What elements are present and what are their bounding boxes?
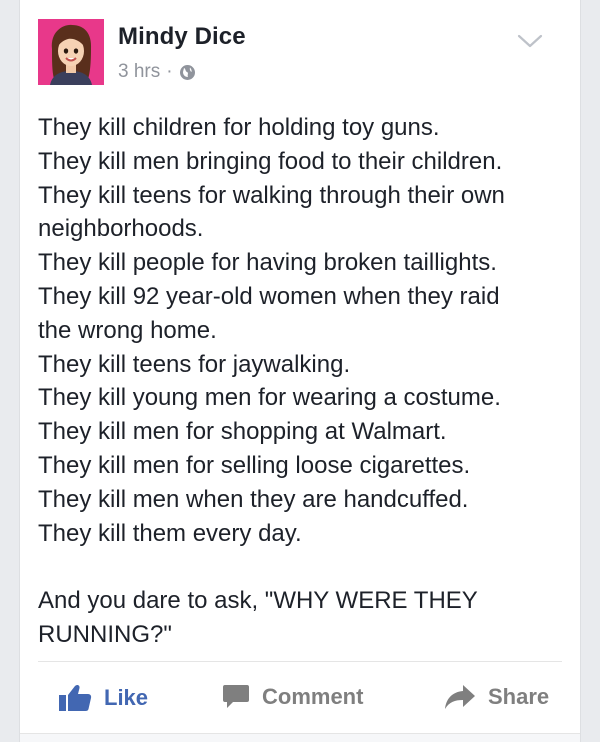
post-timestamp[interactable]: 3 hrs (118, 61, 160, 83)
comment-label: Comment (262, 684, 364, 709)
post-meta: 3 hrs · (118, 61, 196, 83)
post-closing-line: And you dare to ask, "WHY WERE THEY (38, 587, 478, 615)
action-bar: Like Comment Share (20, 662, 580, 732)
like-label: Like (104, 685, 149, 710)
speech-bubble-icon (223, 685, 249, 708)
post-line: They kill men bringing food to their chi… (38, 147, 503, 175)
post-line: the wrong home. (38, 316, 217, 344)
post-line: They kill young men for wearing a costum… (38, 384, 501, 412)
like-button[interactable]: Like (58, 684, 148, 712)
share-label: Share (488, 684, 550, 709)
post-line: They kill children for holding toy guns. (38, 114, 440, 141)
post-text: They kill children for holding toy guns.… (38, 111, 568, 652)
post-closing-line: RUNNING?" (38, 620, 172, 648)
meta-separator: · (166, 61, 173, 82)
share-arrow-icon (445, 685, 475, 709)
post-line: neighborhoods. (38, 215, 204, 243)
avatar[interactable] (38, 19, 104, 85)
post-header: Mindy Dice 3 hrs · (38, 19, 558, 85)
card-footer (20, 733, 580, 742)
post-card: Mindy Dice 3 hrs · They kill children fo… (19, 0, 581, 742)
thumbs-up-icon (59, 684, 92, 711)
post-line: They kill men when they are handcuffed. (38, 485, 469, 513)
post-line: They kill teens for jaywalking. (38, 350, 351, 378)
post-line: They kill teens for walking through thei… (38, 181, 505, 209)
avatar-cartoon-icon (38, 19, 104, 85)
comment-button[interactable]: Comment (222, 684, 363, 710)
post-line: They kill them every day. (38, 519, 302, 547)
post-line: They kill men for selling loose cigarett… (38, 451, 471, 479)
globe-icon (179, 64, 196, 81)
post-line: They kill 92 year-old women when they ra… (38, 282, 500, 310)
post-line: They kill people for having broken taill… (38, 249, 497, 277)
post-line: They kill men for shopping at Walmart. (38, 418, 447, 446)
author-name[interactable]: Mindy Dice (118, 23, 246, 51)
chevron-down-icon[interactable] (516, 31, 544, 51)
share-button[interactable]: Share (444, 684, 549, 710)
